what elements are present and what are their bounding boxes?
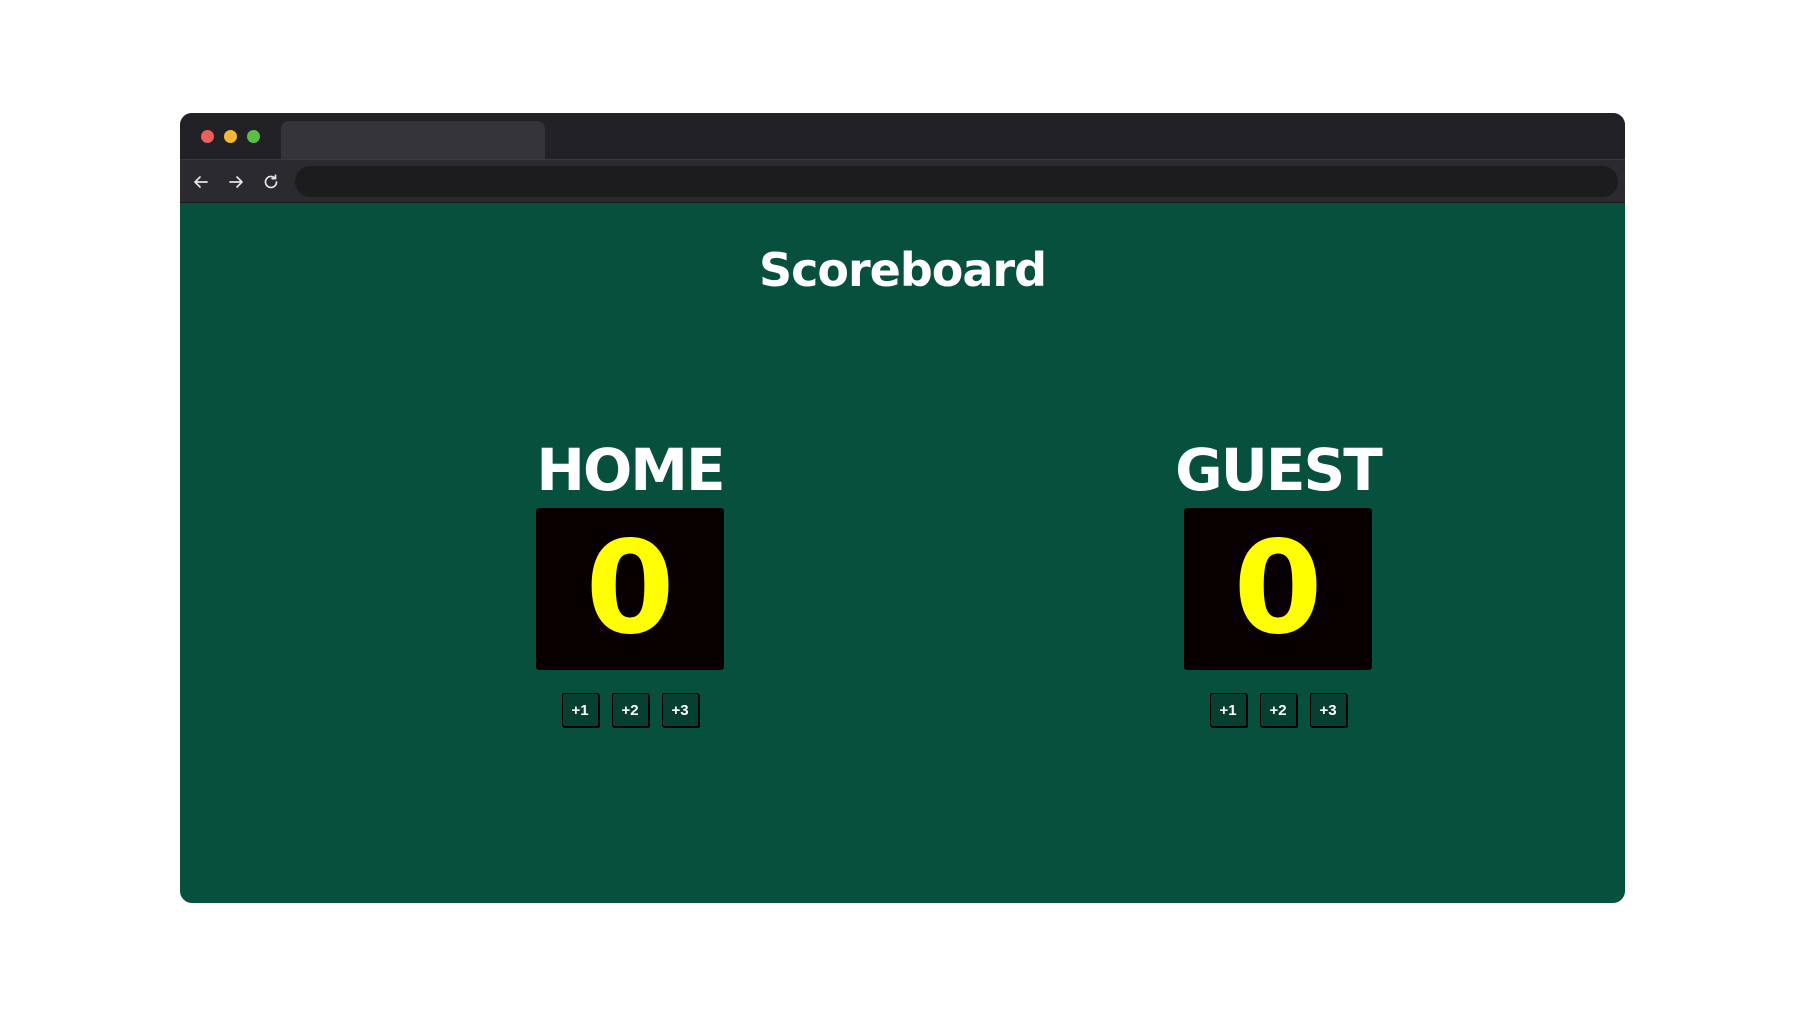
browser-toolbar xyxy=(180,159,1625,203)
reload-icon[interactable] xyxy=(259,170,283,194)
browser-titlebar xyxy=(180,113,1625,159)
home-score-box: 0 xyxy=(536,508,724,670)
home-add-2-button[interactable]: +2 xyxy=(611,693,649,727)
home-team-name: HOME xyxy=(536,436,725,504)
maximize-window-button[interactable] xyxy=(247,130,260,143)
home-add-3-button[interactable]: +3 xyxy=(661,693,699,727)
home-score-buttons: +1 +2 +3 xyxy=(500,693,760,727)
forward-arrow-icon[interactable] xyxy=(224,170,248,194)
close-window-button[interactable] xyxy=(201,130,214,143)
back-arrow-icon[interactable] xyxy=(189,170,213,194)
minimize-window-button[interactable] xyxy=(224,130,237,143)
home-add-1-button[interactable]: +1 xyxy=(561,693,599,727)
home-score: 0 xyxy=(585,514,675,663)
guest-add-1-button[interactable]: +1 xyxy=(1209,693,1247,727)
address-bar[interactable] xyxy=(295,166,1618,197)
guest-team-name: GUEST xyxy=(1175,436,1383,504)
browser-window: Scoreboard HOME 0 +1 +2 +3 GUEST 0 +1 +2… xyxy=(180,113,1625,903)
guest-score-box: 0 xyxy=(1184,508,1372,670)
guest-add-3-button[interactable]: +3 xyxy=(1309,693,1347,727)
guest-add-2-button[interactable]: +2 xyxy=(1259,693,1297,727)
home-team-panel: HOME 0 +1 +2 +3 xyxy=(500,438,760,727)
guest-team-panel: GUEST 0 +1 +2 +3 xyxy=(1148,438,1408,727)
browser-tab[interactable] xyxy=(281,121,545,159)
page-title: Scoreboard xyxy=(758,243,1047,297)
guest-score-buttons: +1 +2 +3 xyxy=(1148,693,1408,727)
guest-score: 0 xyxy=(1233,514,1323,663)
